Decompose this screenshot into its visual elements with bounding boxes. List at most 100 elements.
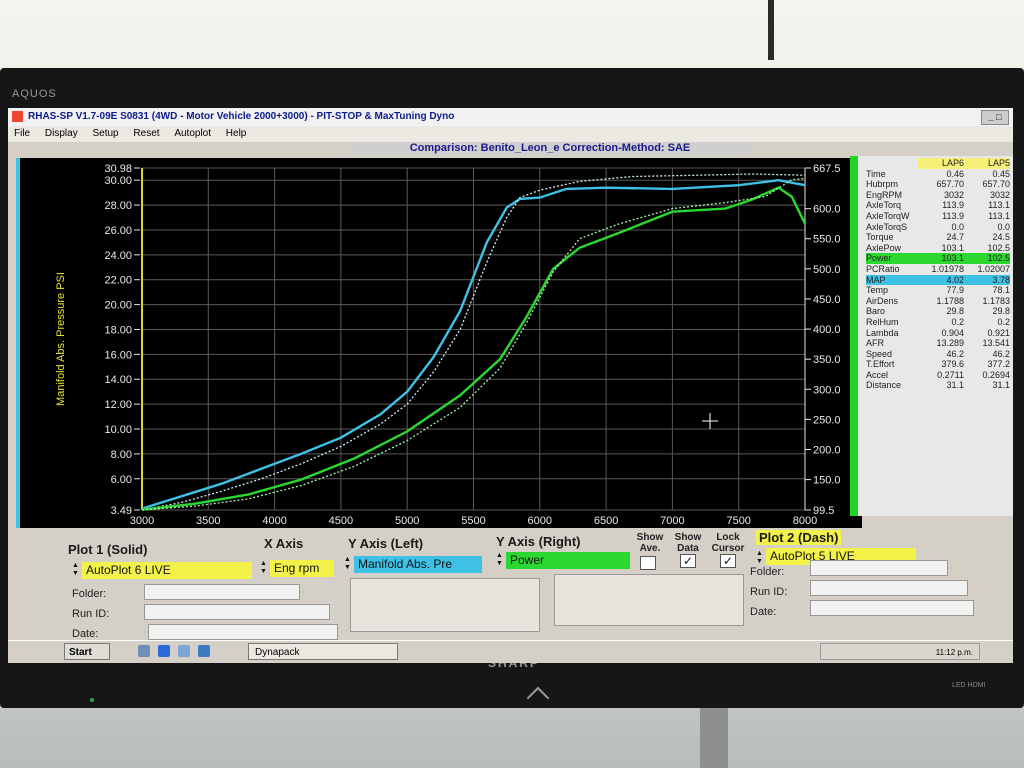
data-row: Torque 24.7 24.5	[866, 232, 1013, 243]
data-row-name: AxlePow	[866, 242, 902, 253]
y-left-list[interactable]	[350, 578, 540, 632]
show-ave-checkbox[interactable]	[640, 556, 656, 570]
data-row-value-2: 657.70	[982, 179, 1010, 190]
comparison-header: Comparison: Benito_Leon_e Correction-Met…	[350, 142, 750, 155]
data-row: Time 0.46 0.45	[866, 169, 1013, 180]
browser-icon[interactable]	[158, 645, 170, 657]
left-tick-label: 30.98	[104, 163, 132, 175]
data-row-value-1: 103.1	[941, 242, 964, 253]
x-axis-label: X Axis	[264, 536, 304, 551]
power-led-icon	[90, 698, 94, 702]
window-title: RHAS-SP V1.7-09E S0831 (4WD - Motor Vehi…	[28, 111, 455, 122]
data-row: AxleTorqW 113.9 113.1	[866, 211, 1013, 222]
plot1-select[interactable]: AutoPlot 6 LIVE	[82, 562, 252, 579]
right-tick-label: 200.0	[813, 444, 841, 456]
lap-header: LAP6	[918, 158, 964, 169]
menubar: File Display Setup Reset Autoplot Help	[8, 126, 1013, 142]
date-field-2[interactable]	[810, 600, 974, 616]
data-row-value-2: 13.541	[982, 338, 1010, 349]
data-row-value-1: 24.7	[946, 232, 964, 243]
data-row-value-1: 77.9	[946, 285, 964, 296]
run-id-field-2[interactable]	[810, 580, 968, 596]
folder-field-1[interactable]	[144, 584, 300, 600]
run-id-field-1[interactable]	[144, 604, 330, 620]
data-row-name: Temp	[866, 285, 889, 296]
date-field-1[interactable]	[148, 624, 338, 640]
y-left-spin-icon[interactable]: ▲ ▼	[344, 556, 352, 573]
data-row-value-1: 0.46	[946, 168, 964, 179]
dyno-plot[interactable]: 3000 3500 4000 4500 5000 5500 6000 6500 7000 7500…	[16, 158, 863, 528]
menu-autoplot[interactable]: Autoplot	[174, 128, 211, 139]
right-tick-label: 99.5	[813, 505, 834, 517]
data-row-value-2: 0.2694	[982, 369, 1010, 380]
x-tick-label: 6000	[528, 515, 552, 527]
y-right-spin-icon[interactable]: ▲ ▼	[496, 552, 504, 569]
x-tick-label: 4500	[329, 515, 353, 527]
x-tick-label: 6500	[594, 515, 618, 527]
y-left-select[interactable]: Manifold Abs. Pre	[354, 556, 482, 573]
x-axis-select[interactable]: Eng rpm	[270, 560, 334, 577]
menu-help[interactable]: Help	[226, 128, 247, 139]
media-icon[interactable]	[178, 645, 190, 657]
show-ave-label: Show Ave.	[636, 532, 664, 554]
menu-reset[interactable]: Reset	[133, 128, 159, 139]
data-row-name: AxleTorqS	[866, 221, 908, 232]
data-row-name: Distance	[866, 380, 902, 391]
x-tick-label: 7000	[660, 515, 684, 527]
plot1-spin-icon[interactable]: ▲ ▼	[72, 562, 80, 579]
data-row-value-2: 24.5	[992, 232, 1010, 243]
data-row: Baro 29.8 29.8	[866, 306, 1013, 317]
plot2-label: Plot 2 (Dash)	[756, 530, 842, 545]
menu-file[interactable]: File	[14, 128, 30, 139]
left-tick-label: 30.00	[104, 175, 132, 187]
data-row: Power 103.1 102.5	[866, 253, 1013, 264]
data-row-value-2: 377.2	[987, 359, 1010, 370]
data-row-value-1: 29.8	[946, 306, 964, 317]
menu-setup[interactable]: Setup	[92, 128, 118, 139]
start-button[interactable]: Start	[64, 643, 110, 660]
left-axis-label: Manifold Abs. Pressure PSI	[55, 272, 67, 406]
plot2-spin-icon[interactable]: ▲ ▼	[756, 550, 764, 567]
power-cable	[768, 0, 774, 60]
show-data-checkbox[interactable]: ✓	[680, 554, 696, 568]
x-tick-label: 3500	[196, 515, 220, 527]
data-row: MAP 4.02 3.78	[866, 274, 1013, 286]
data-row-name: Torque	[866, 232, 894, 243]
data-row-value-2: 78.1	[992, 285, 1010, 296]
data-row-value-1: 379.6	[941, 359, 964, 370]
data-row-value-2: 1.1783	[982, 295, 1010, 306]
data-row-name: MAP	[866, 274, 918, 286]
data-row: Speed 46.2 46.2	[866, 349, 1013, 360]
right-tick-label: 250.0	[813, 414, 841, 426]
data-row: Accel 0.2711 0.2694	[866, 370, 1013, 381]
lock-cursor-checkbox[interactable]: ✓	[720, 554, 736, 568]
chart-svg: 3000 3500 4000 4500 5000 5500 6000 6500 7000 7500…	[55, 163, 863, 527]
data-row-name: Speed	[866, 348, 893, 359]
date-label-2: Date:	[750, 606, 777, 618]
right-tick-label: 150.0	[813, 475, 841, 487]
data-row-value-1: 0.0	[951, 221, 964, 232]
data-row-value-1: 0.904	[941, 327, 964, 338]
left-tick-label: 16.00	[104, 349, 132, 361]
x-tick-label: 5500	[461, 515, 485, 527]
taskbar-dynapack[interactable]: Dynapack	[248, 643, 398, 660]
data-row-value-2: 0.921	[987, 327, 1010, 338]
window-controls[interactable]: _ □	[981, 110, 1009, 125]
folder-field-2[interactable]	[810, 560, 948, 576]
x-axis-spin-icon[interactable]: ▲ ▼	[260, 560, 268, 577]
desktop-icon[interactable]	[138, 645, 150, 657]
x-tick-label: 4000	[262, 515, 286, 527]
lap-header: LAP5	[964, 158, 1010, 169]
y-right-select[interactable]: Power	[506, 552, 630, 569]
right-tick-label: 300.0	[813, 384, 841, 396]
data-row-name: AFR	[866, 338, 884, 349]
data-row-value-1: 31.1	[946, 380, 964, 391]
menu-display[interactable]: Display	[45, 128, 78, 139]
data-row-value-1: 13.289	[936, 338, 964, 349]
taskbar: Start Dynapack 11:12 p.m.	[8, 640, 1013, 663]
data-row: Distance 31.1 31.1	[866, 380, 1013, 391]
right-tick-label: 350.0	[813, 354, 841, 366]
mail-icon[interactable]	[198, 645, 210, 657]
left-tick-label: 6.00	[111, 474, 132, 486]
y-right-list[interactable]	[554, 574, 744, 626]
